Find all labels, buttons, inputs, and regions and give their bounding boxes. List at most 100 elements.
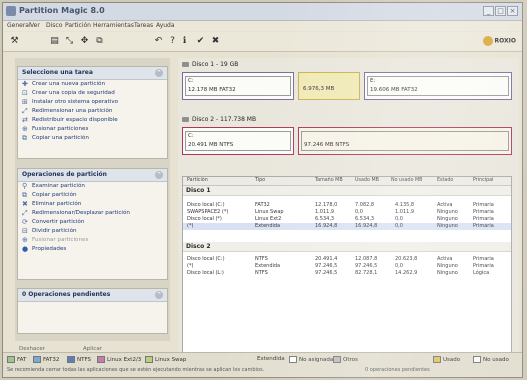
collapse-icon[interactable]: ^ xyxy=(155,291,163,299)
brand-logo: ROXIO xyxy=(482,36,516,46)
col-no-usado[interactable]: No usado MB xyxy=(391,178,422,183)
legend-unused: No usado xyxy=(473,356,509,363)
redistribute-icon: ⇄ xyxy=(22,116,28,124)
col-usado[interactable]: Usado MB xyxy=(355,178,379,183)
disk2-partition-c[interactable]: C: 20.491 MB NTFS xyxy=(182,127,294,155)
menu-ver[interactable]: Ver xyxy=(30,22,40,29)
task-backup[interactable]: ⊡ Crear una copia de seguridad xyxy=(18,89,167,98)
toolbar-move-icon[interactable]: ✥ xyxy=(79,36,90,47)
disk1-partition-e[interactable]: E: 19.606 MB FAT32 xyxy=(364,72,512,100)
operations-panel-header[interactable]: Operaciones de partición ^ xyxy=(18,169,167,182)
pending-panel: 0 Operaciones pendientes ^ xyxy=(17,288,168,334)
toolbar-tool-icon[interactable]: ⚒ xyxy=(9,36,20,47)
minimize-button[interactable]: _ xyxy=(483,6,494,16)
op-properties[interactable]: ● Propiedades xyxy=(18,245,167,254)
disk1-partition-ext[interactable]: 6.976,3 MB xyxy=(298,72,360,100)
task-create-partition[interactable]: ✚ Crear una nueva partición xyxy=(18,80,167,89)
legend-swap: Linux Swap xyxy=(145,356,186,363)
menu-general[interactable]: General xyxy=(7,22,31,29)
resize-icon: ⤢ xyxy=(22,107,28,115)
task-install-os[interactable]: ⊞ Instalar otro sistema operativo xyxy=(18,98,167,107)
undo-icon[interactable]: ↶ xyxy=(153,36,164,47)
partition-table: Partición Tipo Tamaño MB Usado MB No usa… xyxy=(182,176,512,354)
backup-icon: ⊡ xyxy=(22,89,28,97)
op-merge[interactable]: ⊕ Fusionar particiones xyxy=(18,236,167,245)
table-row[interactable]: Disco local (C:) NTFS 20.491,4 12.087,8 20.6… xyxy=(183,256,511,263)
maximize-button[interactable]: □ xyxy=(495,6,506,16)
table-row[interactable]: (*) Extendida 97.246,5 97.246,5 0,0 Ninguno Pr… xyxy=(183,263,511,270)
op-convert[interactable]: ⟳ Convertir partición xyxy=(18,218,167,227)
legend-swatch xyxy=(145,356,153,363)
legend-used: Usado xyxy=(433,356,460,363)
table-row[interactable]: (*) Extendida 16.924,8 16.924,8 0,0 Ninguno Pr… xyxy=(183,223,511,230)
menu-bar: General Ver Disco Partición Herramientas… xyxy=(3,21,522,31)
table-row[interactable]: Disco local (C:) FAT32 12.178,0 7.082,8 4.13… xyxy=(183,202,511,209)
task-sidebar: Seleccione una tarea ^ ✚ Crear una nueva p… xyxy=(15,58,170,341)
info-icon[interactable]: ℹ xyxy=(179,36,190,47)
col-estado[interactable]: Estado xyxy=(437,178,453,183)
disk2-map: C: 20.491 MB NTFS 97.246 MB NTFS xyxy=(182,127,512,160)
explore-icon: ⚲ xyxy=(22,182,28,190)
col-particion[interactable]: Partición xyxy=(187,178,208,183)
split-icon: ⊟ xyxy=(22,227,28,235)
op-delete[interactable]: ✖ Eliminar partición xyxy=(18,200,167,209)
col-tipo[interactable]: Tipo xyxy=(255,178,265,183)
table-header: Partición Tipo Tamaño MB Usado MB No usa… xyxy=(183,177,511,186)
disk2-partition-l[interactable]: 97.246 MB NTFS xyxy=(298,127,512,155)
tasks-panel-header[interactable]: Seleccione una tarea ^ xyxy=(18,67,167,80)
op-split[interactable]: ⊟ Dividir partición xyxy=(18,227,167,236)
table-group-disk1: Disco 1 xyxy=(183,186,511,196)
operations-panel: Operaciones de partición ^ ⚲ Examinar part… xyxy=(17,168,168,280)
disk1-header: Disco 1 - 19 GB xyxy=(182,60,238,70)
disk1-map: C: 12.178 MB FAT32 6.976,3 MB E: 19.606 MB… xyxy=(182,72,512,105)
discard-icon[interactable]: ✖ xyxy=(210,36,221,47)
disk2-header: Disco 2 - 117.738 MB xyxy=(182,115,256,125)
pending-panel-header[interactable]: 0 Operaciones pendientes ^ xyxy=(18,289,167,302)
legend-ntfs: NTFS xyxy=(67,356,91,363)
copy-icon: ⧉ xyxy=(22,191,27,199)
menu-ayuda[interactable]: Ayuda xyxy=(156,22,175,29)
app-icon xyxy=(6,6,16,16)
task-copy[interactable]: ⧉ Copiar una partición xyxy=(18,134,167,143)
menu-herramientas[interactable]: Herramientas xyxy=(93,22,134,29)
task-redistribute[interactable]: ⇄ Redistribuir espacio disponible xyxy=(18,116,167,125)
close-button[interactable]: × xyxy=(507,6,518,16)
task-merge[interactable]: ⊕ Fusionar particiones xyxy=(18,125,167,134)
legend-unallocated: No asignada xyxy=(289,356,333,363)
status-bar: FAT FAT32 NTFS Linux Ext2/3 Linux Swap E… xyxy=(3,352,522,377)
install-os-icon: ⊞ xyxy=(22,98,28,106)
task-resize[interactable]: ⤢ Redimensionar una partición xyxy=(18,107,167,116)
app-window: Partition Magic 8.0 _ □ × General Ver Di… xyxy=(2,2,523,378)
legend-swatch xyxy=(433,356,441,363)
op-copy[interactable]: ⧉ Copiar partición xyxy=(18,191,167,200)
table-row[interactable]: Disco local (L:) NTFS 97.246,5 82.728,1 14.2… xyxy=(183,270,511,277)
menu-particion[interactable]: Partición xyxy=(65,22,91,29)
legend-fat: FAT xyxy=(7,356,26,363)
menu-tareas[interactable]: Tareas xyxy=(134,22,153,29)
disk1-partition-c[interactable]: C: 12.178 MB FAT32 xyxy=(182,72,294,100)
hard-disk-icon xyxy=(182,62,189,67)
window-title: Partition Magic 8.0 xyxy=(19,6,105,15)
legend-fat32: FAT32 xyxy=(33,356,59,363)
op-explore[interactable]: ⚲ Examinar partición xyxy=(18,182,167,191)
resize-icon: ⤢ xyxy=(22,209,28,217)
legend-swatch xyxy=(7,356,15,363)
col-principal[interactable]: Principal xyxy=(473,178,493,183)
legend-swatch xyxy=(67,356,75,363)
toolbar: ⚒ ▤ ⤡ ✥ ⧉ ↶ ? ℹ ✔ ✖ ROXIO xyxy=(3,32,522,52)
table-group-disk2: Disco 2 xyxy=(183,242,511,252)
col-tamano[interactable]: Tamaño MB xyxy=(315,178,343,183)
toolbar-resize-icon[interactable]: ⤡ xyxy=(64,36,75,47)
table-row[interactable]: Disco local (*) Linux Ext2 6.534,3 6.534,3 0… xyxy=(183,216,511,223)
collapse-icon[interactable]: ^ xyxy=(155,69,163,77)
toolbar-copy-icon[interactable]: ⧉ xyxy=(94,36,105,47)
legend-ext2: Linux Ext2/3 xyxy=(97,356,141,363)
apply-icon[interactable]: ✔ xyxy=(195,36,206,47)
help-icon[interactable]: ? xyxy=(167,36,178,47)
toolbar-partition-icon[interactable]: ▤ xyxy=(49,36,60,47)
op-resize-move[interactable]: ⤢ Redimensionar/Desplazar partición xyxy=(18,209,167,218)
menu-disco[interactable]: Disco xyxy=(46,22,62,29)
brand-icon xyxy=(482,36,493,46)
table-row[interactable]: SWAPSPACE2 (*) Linux Swap 1.011,9 0,0 1.011,… xyxy=(183,209,511,216)
collapse-icon[interactable]: ^ xyxy=(155,171,163,179)
